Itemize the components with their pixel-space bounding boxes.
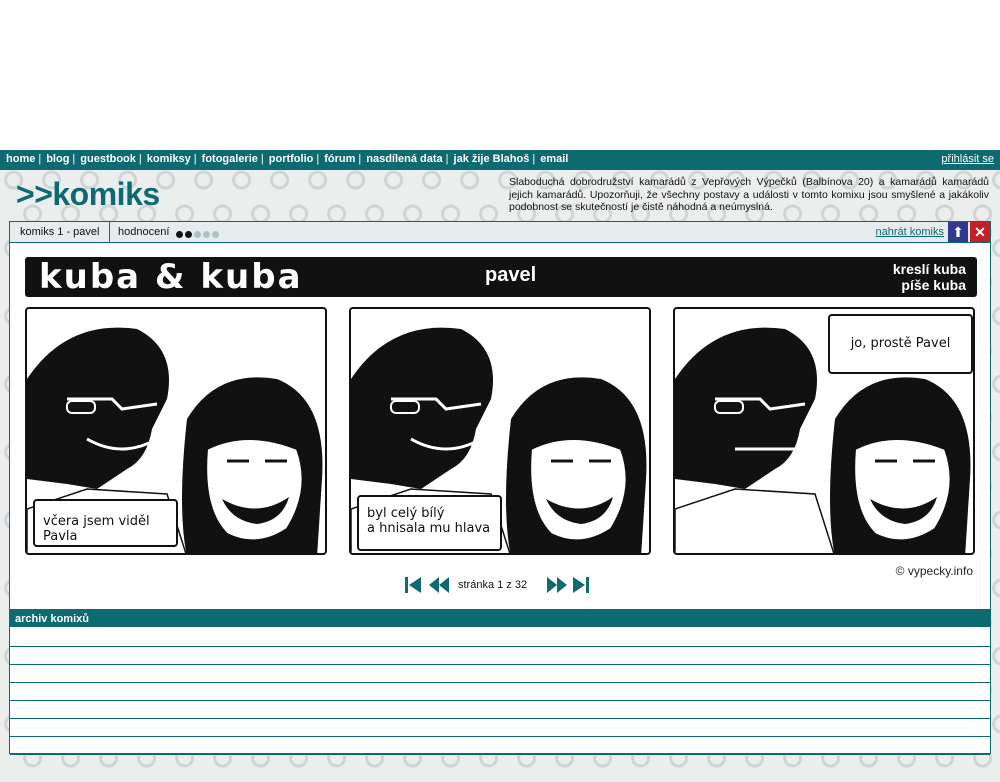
previous-page-icon[interactable] (428, 574, 450, 596)
page-logo: >>komiks (16, 176, 160, 212)
speech-bubble-2-line2: a hnisala mu hlava (367, 521, 491, 536)
archive-header: archiv komixů (10, 609, 990, 627)
next-page-icon[interactable] (546, 574, 568, 596)
nav-link-9[interactable]: email (540, 153, 568, 165)
nav-link-4[interactable]: fotogalerie (202, 153, 258, 165)
nav-link-2[interactable]: guestbook (80, 153, 136, 165)
rating-dot[interactable] (194, 231, 201, 238)
comic-writer-credit: píše kuba (901, 277, 966, 293)
nav-separator: | (358, 153, 362, 165)
comic-header-banner: kuba & kuba pavel kreslí kuba píše kuba (25, 257, 977, 297)
nav-link-0[interactable]: home (6, 153, 35, 165)
rating-dot[interactable] (176, 231, 183, 238)
nav-separator: | (38, 153, 42, 165)
speech-bubble-2: byl celý bílý a hnisala mu hlava (357, 495, 502, 551)
speech-bubble-3-text: jo, prostě Pavel (850, 336, 951, 351)
comic-panel-1: včera jsem viděl Pavla (25, 307, 327, 555)
rating-label: hodnocení (118, 226, 170, 238)
nav-separator: | (138, 153, 142, 165)
rating-dot[interactable] (185, 231, 192, 238)
nav-separator: | (72, 153, 76, 165)
nav-separator: | (532, 153, 536, 165)
main-navigation: home | blog | guestbook | komiksy | fotogalerie |… (0, 150, 1000, 170)
rating-dot[interactable] (203, 231, 210, 238)
page-indicator: stránka 1 z 32 (458, 579, 528, 591)
nav-link-3[interactable]: komiksy (147, 153, 191, 165)
nav-link-1[interactable]: blog (46, 153, 69, 165)
nav-separator: | (260, 153, 264, 165)
comic-episode-title: pavel (485, 264, 537, 286)
rating-dot[interactable] (212, 231, 219, 238)
nav-separator: | (316, 153, 320, 165)
speech-bubble-1: včera jsem viděl Pavla (33, 499, 178, 547)
archive-row[interactable] (10, 736, 990, 737)
archive-row[interactable] (10, 718, 990, 719)
comic-tabbar: komiks 1 - pavel hodnocení nahrát komiks… (10, 222, 990, 243)
comic-series-title: kuba & kuba (39, 257, 303, 297)
upload-comic-link[interactable]: nahrát komiks (876, 226, 944, 238)
last-page-icon[interactable] (572, 574, 590, 596)
nav-link-7[interactable]: nasdílená data (366, 153, 442, 165)
close-icon[interactable]: ✕ (970, 222, 990, 242)
nav-link-8[interactable]: jak žije Blahoš (454, 153, 530, 165)
archive-row[interactable] (10, 646, 990, 647)
comic-frame: komiks 1 - pavel hodnocení nahrát komiks… (9, 221, 991, 755)
speech-bubble-1-text: včera jsem viděl Pavla (43, 514, 150, 544)
nav-separator: | (193, 153, 197, 165)
speech-bubble-3: jo, prostě Pavel (828, 314, 973, 374)
nav-link-5[interactable]: portfolio (269, 153, 314, 165)
archive-row[interactable] (10, 664, 990, 665)
tab-current-comic[interactable]: komiks 1 - pavel (10, 222, 110, 242)
arrow-up-icon[interactable]: ⬆ (948, 222, 968, 242)
comic-panel-3: jo, prostě Pavel (673, 307, 975, 555)
archive-row[interactable] (10, 754, 990, 755)
login-link[interactable]: přihlásit se (941, 153, 994, 165)
rating-dots[interactable] (176, 229, 221, 241)
page-description: Slaboduchá dobrodružství kamarádů z Vepř… (509, 176, 989, 213)
nav-link-6[interactable]: fórum (324, 153, 355, 165)
first-page-icon[interactable] (404, 574, 422, 596)
comic-panel-2: byl celý bílý a hnisala mu hlava (349, 307, 651, 555)
comic-artist-credit: kreslí kuba (892, 261, 966, 277)
top-blank-area (0, 0, 1000, 150)
speech-bubble-2-line1: byl celý bílý (367, 506, 445, 521)
copyright-note: © vypecky.info (895, 564, 973, 578)
nav-separator: | (445, 153, 449, 165)
archive-row[interactable] (10, 682, 990, 683)
nav-links: home | blog | guestbook | komiksy | fotogalerie |… (6, 153, 568, 165)
archive-row[interactable] (10, 700, 990, 701)
